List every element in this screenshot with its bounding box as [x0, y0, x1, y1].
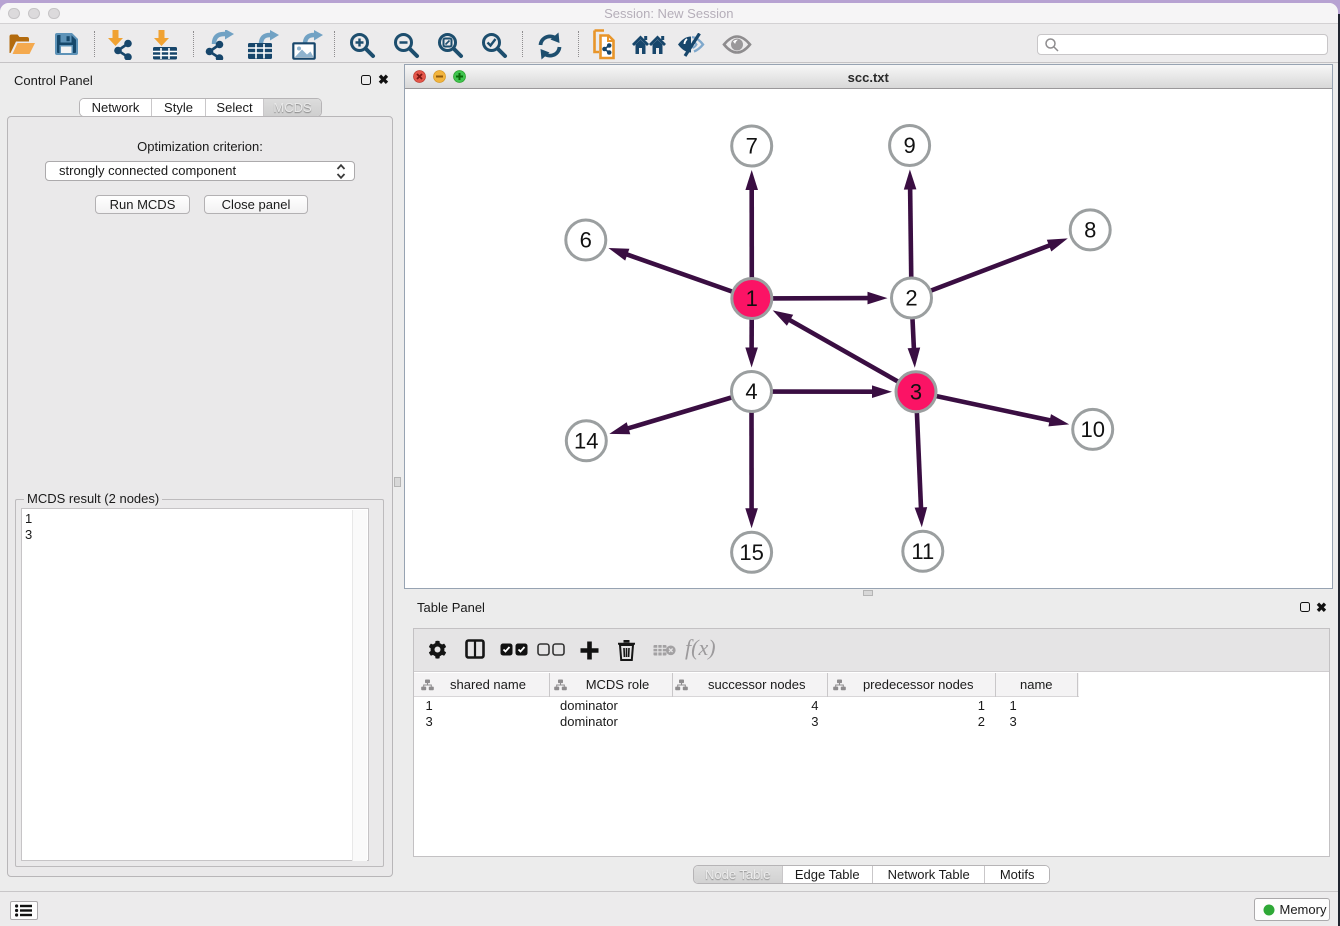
svg-text:10: 10: [1080, 416, 1104, 441]
svg-text:7: 7: [745, 133, 757, 158]
svg-text:1: 1: [745, 286, 757, 311]
svg-text:3: 3: [909, 379, 921, 404]
svg-text:11: 11: [911, 538, 934, 563]
svg-text:14: 14: [574, 428, 598, 453]
svg-text:15: 15: [739, 539, 763, 564]
svg-text:9: 9: [903, 133, 915, 158]
svg-text:2: 2: [905, 285, 917, 310]
svg-text:8: 8: [1084, 217, 1096, 242]
svg-text:4: 4: [745, 379, 757, 404]
svg-text:6: 6: [579, 227, 591, 252]
